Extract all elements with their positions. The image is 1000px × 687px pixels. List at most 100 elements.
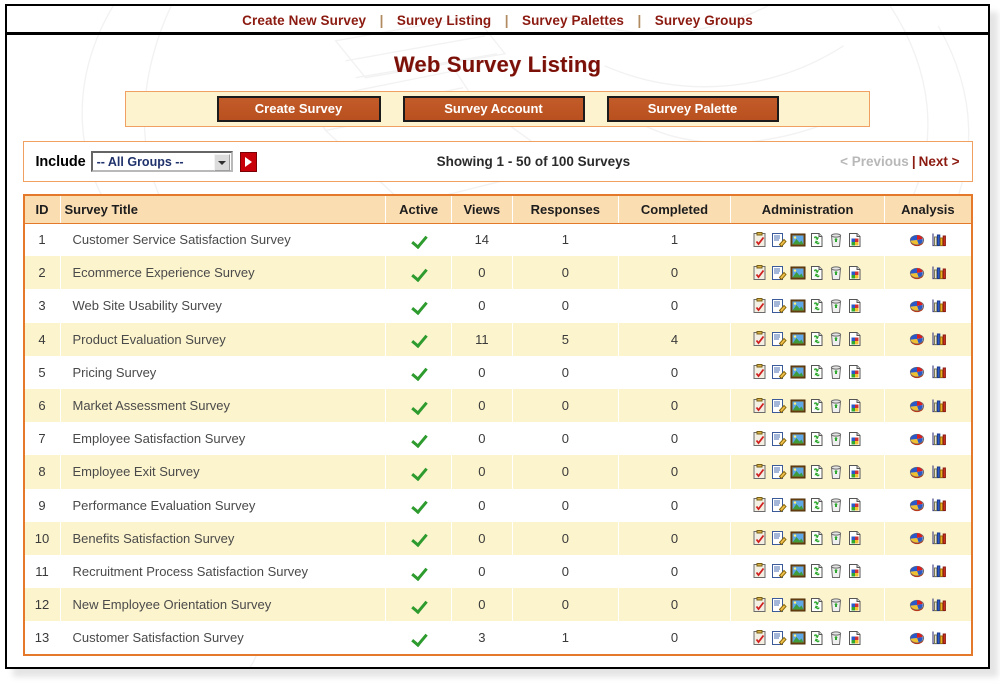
table-row[interactable]: 11 Recruitment Process Satisfaction Surv… [24,554,971,589]
edit-survey-icon[interactable] [771,530,787,546]
table-row[interactable]: 5 Pricing Survey 0 0 0 [24,355,971,389]
copy-survey-icon[interactable] [809,464,825,480]
survey-preview-icon[interactable] [752,563,768,579]
nav-create-new-survey[interactable]: Create New Survey [242,13,366,28]
copy-survey-icon[interactable] [809,431,825,447]
survey-images-icon[interactable] [790,298,806,314]
bar-chart-icon[interactable] [931,630,947,646]
export-survey-icon[interactable] [847,265,863,281]
survey-title-link[interactable]: Customer Satisfaction Survey [73,630,244,645]
table-row[interactable]: 3 Web Site Usability Survey 0 0 0 [24,289,971,323]
create-survey-button[interactable]: Create Survey [216,96,381,122]
edit-survey-icon[interactable] [771,331,787,347]
pie-chart-icon[interactable] [909,265,925,281]
copy-survey-icon[interactable] [809,364,825,380]
survey-images-icon[interactable] [790,398,806,414]
edit-survey-icon[interactable] [771,364,787,380]
table-row[interactable]: 13 Customer Satisfaction Survey 3 1 0 [24,621,971,655]
column-header-views[interactable]: Views [451,196,513,224]
table-row[interactable]: 4 Product Evaluation Survey 11 5 4 [24,322,971,356]
edit-survey-icon[interactable] [771,398,787,414]
pie-chart-icon[interactable] [909,232,925,248]
delete-survey-icon[interactable] [828,530,844,546]
survey-images-icon[interactable] [790,431,806,447]
cell-survey-title[interactable]: Market Assessment Survey [60,388,387,423]
delete-survey-icon[interactable] [828,398,844,414]
bar-chart-icon[interactable] [931,431,947,447]
edit-survey-icon[interactable] [771,298,787,314]
delete-survey-icon[interactable] [828,298,844,314]
column-header-id[interactable]: ID [24,196,61,224]
next-page-link[interactable]: Next > [919,154,960,169]
edit-survey-icon[interactable] [771,497,787,513]
export-survey-icon[interactable] [847,232,863,248]
cell-survey-title[interactable]: Customer Satisfaction Survey [60,621,387,655]
nav-survey-palettes[interactable]: Survey Palettes [522,13,624,28]
bar-chart-icon[interactable] [931,364,947,380]
survey-preview-icon[interactable] [752,331,768,347]
bar-chart-icon[interactable] [931,497,947,513]
bar-chart-icon[interactable] [931,232,947,248]
survey-preview-icon[interactable] [752,596,768,613]
pie-chart-icon[interactable] [909,497,925,513]
delete-survey-icon[interactable] [828,464,844,480]
export-survey-icon[interactable] [847,431,863,447]
survey-title-link[interactable]: New Employee Orientation Survey [73,597,272,612]
survey-images-icon[interactable] [790,563,806,579]
cell-survey-title[interactable]: Product Evaluation Survey [60,322,387,356]
table-row[interactable]: 10 Benefits Satisfaction Survey 0 0 0 [24,521,971,555]
export-survey-icon[interactable] [847,364,863,380]
copy-survey-icon[interactable] [809,298,825,314]
export-survey-icon[interactable] [847,563,863,579]
cell-survey-title[interactable]: New Employee Orientation Survey [60,588,387,622]
table-row[interactable]: 2 Ecommerce Experience Survey 0 0 0 [24,256,971,290]
delete-survey-icon[interactable] [828,265,844,281]
copy-survey-icon[interactable] [809,331,825,347]
edit-survey-icon[interactable] [771,265,787,281]
survey-preview-icon[interactable] [752,530,768,546]
pie-chart-icon[interactable] [909,563,925,579]
survey-title-link[interactable]: Pricing Survey [73,365,157,380]
pie-chart-icon[interactable] [909,364,925,380]
edit-survey-icon[interactable] [771,630,787,646]
survey-images-icon[interactable] [790,265,806,281]
table-row[interactable]: 6 Market Assessment Survey 0 0 0 [24,388,971,423]
export-survey-icon[interactable] [847,597,863,613]
cell-survey-title[interactable]: Employee Exit Survey [60,455,387,489]
survey-images-icon[interactable] [790,464,806,480]
export-survey-icon[interactable] [847,398,863,414]
survey-title-link[interactable]: Ecommerce Experience Survey [73,265,255,280]
delete-survey-icon[interactable] [828,563,844,579]
survey-palette-button[interactable]: Survey Palette [606,96,779,122]
survey-images-icon[interactable] [790,497,806,513]
export-survey-icon[interactable] [847,630,863,646]
column-header-administration[interactable]: Administration [730,196,886,224]
survey-preview-icon[interactable] [752,629,768,646]
bar-chart-icon[interactable] [931,563,947,579]
cell-survey-title[interactable]: Ecommerce Experience Survey [60,256,387,290]
export-survey-icon[interactable] [847,464,863,480]
table-row[interactable]: 1 Customer Service Satisfaction Survey 1… [24,223,971,257]
edit-survey-icon[interactable] [771,232,787,248]
delete-survey-icon[interactable] [828,232,844,248]
bar-chart-icon[interactable] [931,265,947,281]
copy-survey-icon[interactable] [809,563,825,579]
survey-preview-icon[interactable] [752,497,768,513]
survey-preview-icon[interactable] [752,430,768,447]
survey-images-icon[interactable] [790,232,806,248]
cell-survey-title[interactable]: Web Site Usability Survey [60,289,387,323]
previous-page-link[interactable]: < Previous [840,154,909,169]
survey-preview-icon[interactable] [752,264,768,281]
cell-survey-title[interactable]: Performance Evaluation Survey [60,488,387,522]
survey-preview-icon[interactable] [752,463,768,480]
delete-survey-icon[interactable] [828,630,844,646]
survey-preview-icon[interactable] [752,231,768,248]
delete-survey-icon[interactable] [828,331,844,347]
delete-survey-icon[interactable] [828,431,844,447]
pie-chart-icon[interactable] [909,431,925,447]
survey-title-link[interactable]: Web Site Usability Survey [73,298,222,313]
column-header-active[interactable]: Active [385,196,453,224]
delete-survey-icon[interactable] [828,597,844,613]
copy-survey-icon[interactable] [809,232,825,248]
table-row[interactable]: 8 Employee Exit Survey 0 0 0 [24,455,971,489]
